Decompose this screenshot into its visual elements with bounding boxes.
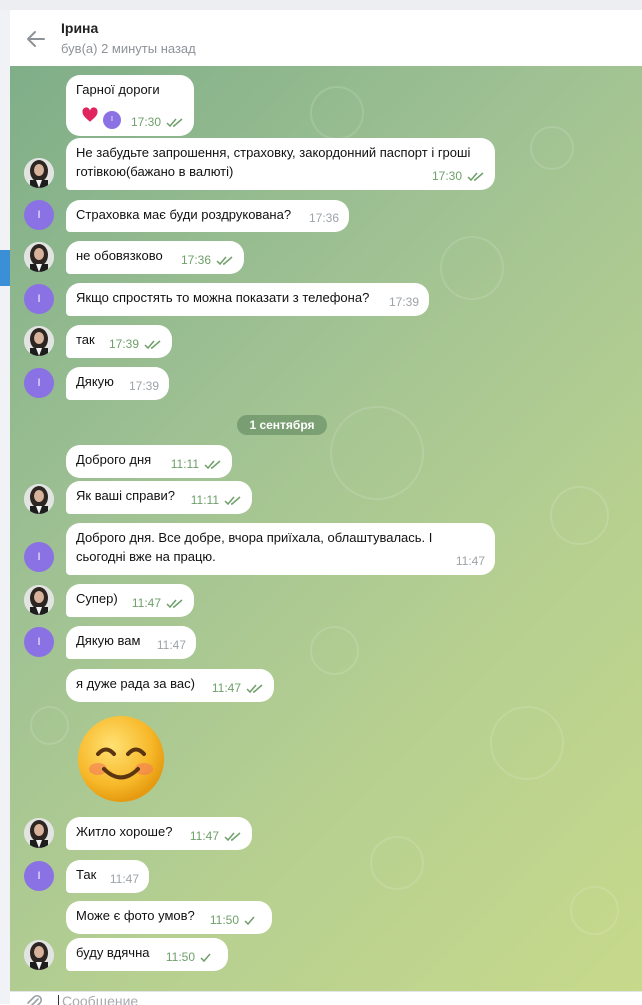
user-avatar[interactable]: I — [24, 861, 54, 891]
message-bubble[interactable]: не обовязково 17:36 — [66, 241, 244, 274]
user-avatar[interactable]: I — [24, 284, 54, 314]
user-avatar[interactable]: I — [24, 542, 54, 572]
message-time: 17:39 — [388, 295, 419, 309]
message-time: 11:47 — [156, 638, 186, 652]
read-checkmark-icon — [166, 118, 183, 127]
message-text: Доброго дня. Все добре, вчора приїхала, … — [76, 530, 433, 564]
read-checkmark-icon — [144, 340, 161, 349]
message-bubble[interactable]: Як ваші справи? 11:11 — [66, 481, 252, 514]
read-checkmark-icon — [224, 496, 241, 505]
contact-avatar[interactable] — [24, 940, 54, 970]
message-time: 17:39 — [109, 335, 162, 354]
read-checkmark-icon — [200, 953, 211, 962]
message-text: Гарної дороги — [76, 82, 160, 97]
date-separator: 1 сентября — [237, 415, 327, 435]
back-arrow-icon[interactable] — [24, 27, 48, 51]
smiling-face-emoji-icon[interactable] — [76, 714, 166, 804]
message-bubble[interactable]: Житло хороше? 11:47 — [66, 817, 252, 850]
read-checkmark-icon — [224, 832, 241, 841]
message-bubble[interactable]: Страховка має буди роздрукована? 17:36 — [66, 200, 349, 232]
message-time: 17:36 — [181, 251, 234, 270]
message-time: 11:11 — [191, 491, 242, 510]
read-checkmark-icon — [216, 256, 233, 265]
user-avatar[interactable]: I — [24, 200, 54, 230]
message-bubble[interactable]: Якщо спростять то можна показати з телеф… — [66, 283, 429, 316]
message-bubble[interactable]: Може є фото умов? 11:50 — [66, 901, 272, 934]
paperclip-icon[interactable] — [24, 993, 44, 1005]
background-pattern — [30, 706, 69, 745]
message-bubble[interactable]: Не забудьте запрошення, страховку, закор… — [66, 138, 495, 190]
reaction-avatar: I — [103, 111, 121, 129]
contact-avatar[interactable] — [24, 585, 54, 615]
window-top-strip — [0, 0, 642, 10]
message-time: 17:39 — [128, 379, 159, 393]
message-composer: Сообщение — [10, 991, 642, 1005]
read-checkmark-icon — [246, 684, 263, 693]
background-pattern — [570, 886, 619, 935]
message-time: 17:36 — [308, 211, 339, 225]
message-time: 11:47 — [190, 827, 242, 846]
message-bubble[interactable]: буду вдячна 11:50 — [66, 938, 228, 971]
background-pattern — [530, 126, 574, 170]
read-checkmark-icon — [467, 172, 484, 181]
contact-avatar[interactable] — [24, 818, 54, 848]
message-time: 17:30 — [131, 113, 184, 132]
message-bubble[interactable]: Доброго дня 11:11 — [66, 445, 232, 478]
message-bubble[interactable]: Доброго дня. Все добре, вчора приїхала, … — [66, 523, 495, 575]
active-chat-indicator — [0, 250, 10, 286]
message-bubble[interactable]: Гарної дороги I 17:30 — [66, 75, 194, 136]
user-avatar[interactable]: I — [24, 627, 54, 657]
message-time: 11:11 — [171, 455, 222, 474]
background-pattern — [310, 626, 359, 675]
background-pattern — [440, 236, 504, 300]
message-bubble[interactable]: Дякую 17:39 — [66, 367, 169, 400]
message-text: Страховка має буди роздрукована? — [76, 207, 292, 222]
last-seen-status: був(а) 2 минуты назад — [61, 41, 196, 56]
message-text: Не забудьте запрошення, страховку, закор… — [76, 145, 471, 179]
message-list[interactable]: Гарної дороги I 17:30 Не забудьте запрош… — [10, 66, 642, 991]
contact-avatar[interactable] — [24, 158, 54, 188]
background-pattern — [370, 836, 424, 890]
message-time: 11:47 — [212, 679, 264, 698]
background-pattern — [490, 706, 564, 780]
chat-header: Ірина був(а) 2 минуты назад — [10, 10, 642, 67]
message-bubble[interactable]: Супер) 11:47 — [66, 584, 194, 617]
contact-avatar[interactable] — [24, 484, 54, 514]
message-bubble[interactable]: я дуже рада за вас) 11:47 — [66, 669, 274, 702]
user-avatar[interactable]: I — [24, 368, 54, 398]
message-bubble[interactable]: Так 11:47 — [66, 860, 149, 893]
heart-reaction-icon[interactable] — [81, 106, 99, 129]
read-checkmark-icon — [166, 599, 183, 608]
message-bubble[interactable]: Дякую вам 11:47 — [66, 626, 196, 659]
message-input[interactable]: Сообщение — [62, 993, 138, 1005]
chat-title[interactable]: Ірина — [61, 20, 98, 36]
contact-avatar[interactable] — [24, 242, 54, 272]
contact-avatar[interactable] — [24, 326, 54, 356]
background-pattern — [310, 86, 364, 140]
chat-list-edge — [0, 10, 10, 1004]
background-pattern — [550, 486, 609, 545]
message-time: 11:47 — [132, 594, 184, 613]
message-time: 11:50 — [210, 911, 262, 930]
message-bubble[interactable]: так 17:39 — [66, 325, 172, 358]
read-checkmark-icon — [204, 460, 221, 469]
read-checkmark-icon — [244, 916, 255, 925]
message-time: 11:47 — [109, 872, 139, 886]
message-time: 11:50 — [166, 948, 218, 967]
message-time: 11:47 — [455, 554, 485, 568]
message-time: 17:30 — [432, 167, 485, 186]
background-pattern — [330, 406, 424, 500]
message-text: Якщо спростять то можна показати з телеф… — [76, 290, 370, 305]
